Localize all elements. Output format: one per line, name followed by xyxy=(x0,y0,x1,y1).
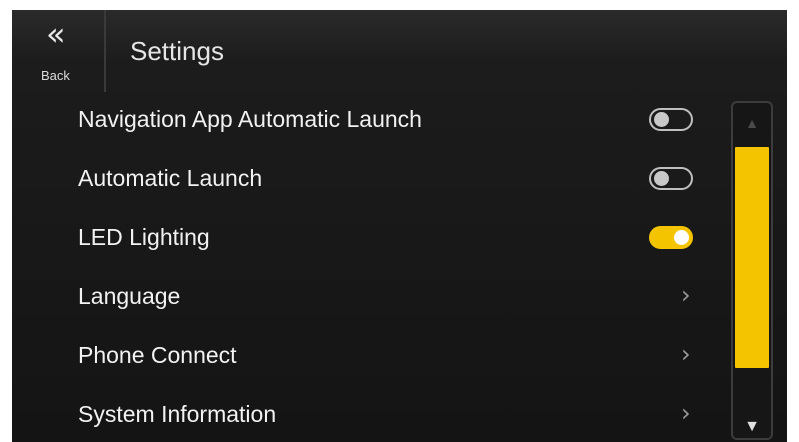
chevron-right-icon: › xyxy=(681,399,691,427)
scrollbar-thumb[interactable] xyxy=(735,147,769,368)
setting-row-automatic-launch[interactable]: Automatic Launch xyxy=(12,151,724,209)
settings-screen: « Back Settings Navigation App Automatic… xyxy=(12,10,787,442)
header: « Back Settings xyxy=(12,10,787,92)
setting-row-system-information[interactable]: System Information › xyxy=(12,387,724,442)
setting-row-led-lighting[interactable]: LED Lighting xyxy=(12,210,724,268)
setting-label: Automatic Launch xyxy=(78,165,263,191)
setting-label: Navigation App Automatic Launch xyxy=(78,106,422,132)
toggle-switch[interactable] xyxy=(649,108,693,131)
toggle-switch[interactable] xyxy=(649,167,693,190)
setting-label: LED Lighting xyxy=(78,224,210,250)
toggle-knob xyxy=(654,112,669,127)
toggle-switch[interactable] xyxy=(649,226,693,249)
page-title: Settings xyxy=(130,36,224,66)
back-button[interactable]: « Back xyxy=(12,10,104,92)
toggle-knob xyxy=(674,230,689,245)
chevron-right-icon: › xyxy=(681,281,691,309)
back-label: Back xyxy=(41,68,70,83)
scrollbar[interactable]: ▲ ▼ xyxy=(731,101,773,440)
setting-label: Phone Connect xyxy=(78,342,237,368)
toggle-knob xyxy=(654,171,669,186)
setting-label: System Information xyxy=(78,401,277,427)
setting-row-phone-connect[interactable]: Phone Connect › xyxy=(12,328,724,386)
double-chevron-left-icon: « xyxy=(46,15,65,53)
setting-row-navigation-app-automatic-launch[interactable]: Navigation App Automatic Launch xyxy=(12,92,724,150)
triangle-up-icon[interactable]: ▲ xyxy=(733,115,771,131)
setting-row-language[interactable]: Language › xyxy=(12,269,724,327)
triangle-down-icon[interactable]: ▼ xyxy=(733,418,771,436)
header-divider xyxy=(104,10,106,92)
chevron-right-icon: › xyxy=(681,340,691,368)
setting-label: Language xyxy=(78,283,181,309)
settings-list: Navigation App Automatic Launch Automati… xyxy=(12,92,724,442)
